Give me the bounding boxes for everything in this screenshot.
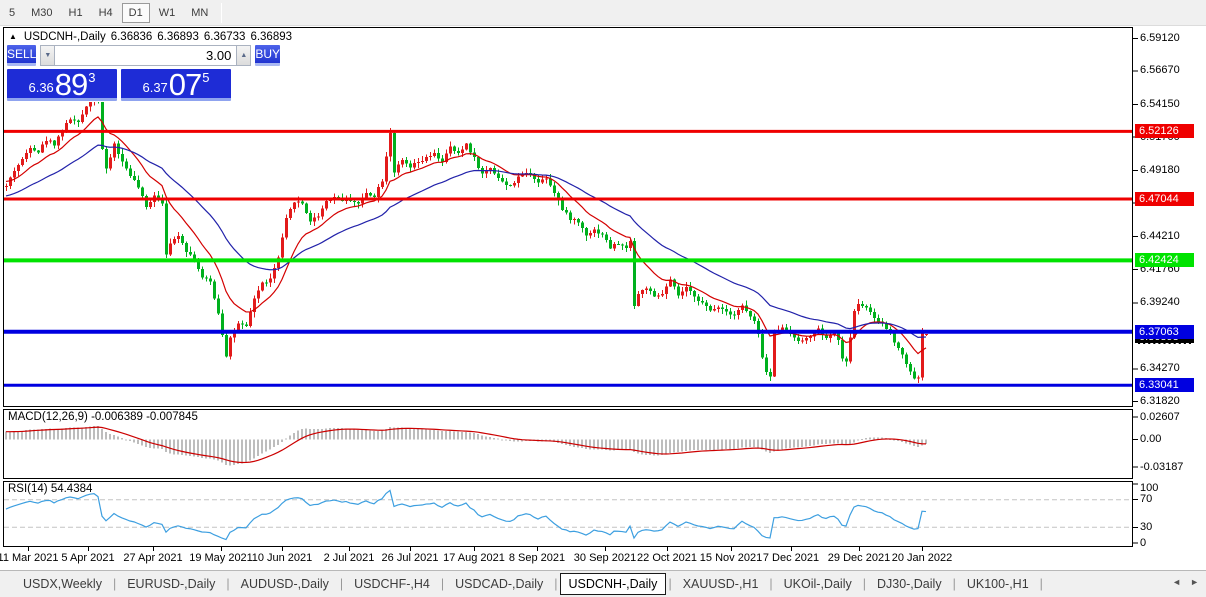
tab-separator: | — [339, 577, 344, 591]
tab-ukoil-daily[interactable]: UKOil-,Daily — [775, 574, 861, 594]
tab-separator: | — [112, 577, 117, 591]
price-tick-6.44210: 6.44210 — [1140, 230, 1180, 243]
price-tick-6.31820: 6.31820 — [1140, 394, 1180, 407]
macd-label: MACD(12,26,9) -0.006389 -0.007845 — [8, 411, 198, 423]
date-tick-2-jul-2021: 2 Jul 2021 — [323, 552, 375, 564]
pane-borders — [3, 27, 1138, 551]
sell-price-box[interactable]: 6.36 89 3 — [7, 69, 117, 101]
main-pane — [4, 93, 1132, 387]
tab-separator: | — [769, 577, 773, 591]
sell-price-prefix: 6.36 — [28, 80, 54, 95]
tab-separator: | — [952, 577, 956, 591]
price-level-label-6.52126: 6.52126 — [1135, 124, 1194, 139]
tab-separator: | — [554, 577, 558, 591]
buy-price-prefix: 6.37 — [142, 80, 168, 95]
date-tick-29-dec-2021: 29 Dec 2021 — [827, 552, 891, 564]
volume-input[interactable] — [55, 45, 237, 66]
tab-separator: | — [668, 577, 672, 591]
chart-tab-bar: USDX,Weekly | EURUSD-,Daily | AUDUSD-,Daily |… — [0, 570, 1206, 597]
tab-eurusd-daily[interactable]: EURUSD-,Daily — [118, 574, 224, 594]
tab-uk100-h1[interactable]: UK100-,H1 — [958, 574, 1038, 594]
date-tick-26-jul-2021: 26 Jul 2021 — [381, 552, 439, 564]
volume-dropdown-icon[interactable]: ▼ — [40, 45, 56, 66]
price-tick-6.39240: 6.39240 — [1140, 296, 1180, 309]
tab-usdcad-daily[interactable]: USDCAD-,Daily — [446, 574, 552, 594]
mt4-window: 5 M30 H1 H4 D1 W1 MN ▲ USDCNH-,Daily 6.36836 6.36… — [0, 0, 1206, 597]
date-tick-30-sep-2021: 30 Sep 2021 — [573, 552, 637, 564]
price-tick-6.59120: 6.59120 — [1140, 31, 1180, 44]
ohlc-close: 6.36893 — [250, 31, 293, 43]
volume-increase-icon[interactable]: ▲ — [236, 45, 252, 66]
rsi-tick-0: 0 — [1140, 537, 1147, 549]
ohlc-high: 6.36893 — [157, 31, 199, 43]
chart-title: ▲ USDCNH-,Daily 6.36836 6.36893 6.36733 6.368… — [9, 31, 292, 43]
macd-tick--0.03187: -0.03187 — [1140, 460, 1184, 473]
buy-price-sup: 5 — [202, 70, 210, 85]
date-tick-22-oct-2021: 22 Oct 2021 — [637, 552, 697, 564]
tab-separator: | — [1039, 577, 1043, 591]
rsi-tick-70: 70 — [1140, 493, 1153, 506]
sell-button[interactable]: SELL — [7, 45, 37, 66]
sell-price-sup: 3 — [88, 70, 96, 85]
tab-audusd-daily[interactable]: AUDUSD-,Daily — [232, 574, 338, 594]
date-tick-15-nov-2021: 15 Nov 2021 — [699, 552, 763, 564]
macd-tick-0.00: 0.00 — [1140, 433, 1162, 445]
one-click-trading-panel: SELL ▼ ▲ BUY 6.36893 6.37075 — [6, 44, 281, 102]
date-tick-10-jun-2021: 10 Jun 2021 — [251, 552, 313, 564]
price-level-label-6.47044: 6.47044 — [1135, 192, 1194, 206]
tab-usdx-weekly[interactable]: USDX,Weekly — [14, 574, 111, 594]
date-tick-19-may-2021: 19 May 2021 — [189, 552, 253, 564]
tab-dj30-daily[interactable]: DJ30-,Daily — [868, 574, 951, 594]
ohlc-low: 6.36733 — [203, 31, 246, 43]
rsi-pane — [4, 489, 1132, 541]
tab-usdcnh-daily[interactable]: USDCNH-,Daily — [559, 573, 667, 595]
price-level-label-6.37063: 6.37063 — [1135, 324, 1194, 339]
tab-separator: | — [440, 577, 445, 591]
price-level-label-6.42424: 6.42424 — [1135, 253, 1194, 268]
tab-scroll-left-icon[interactable]: ◄ — [1172, 577, 1181, 587]
price-tick-6.49180: 6.49180 — [1140, 164, 1180, 177]
buy-button[interactable]: BUY — [255, 45, 281, 66]
ohlc-open: 6.36836 — [110, 31, 153, 43]
price-tick-6.34270: 6.34270 — [1140, 362, 1180, 375]
rsi-tick-30: 30 — [1140, 520, 1153, 533]
tab-scroll-arrows: ◄ ► — [1163, 577, 1199, 587]
price-tick-6.54150: 6.54150 — [1140, 98, 1180, 110]
buy-price-big: 07 — [168, 67, 202, 102]
tab-separator: | — [862, 577, 866, 591]
tab-xauusd-h1[interactable]: XAUUSD-,H1 — [674, 574, 768, 594]
date-tick-11-mar-2021: 11 Mar 2021 — [0, 552, 59, 564]
tab-scroll-right-icon[interactable]: ► — [1190, 577, 1199, 587]
chart-symbol: USDCNH-,Daily — [23, 31, 106, 43]
price-tick-6.56670: 6.56670 — [1140, 64, 1180, 77]
rsi-label: RSI(14) 54.4384 — [8, 483, 93, 495]
date-tick-17-aug-2021: 17 Aug 2021 — [443, 552, 505, 564]
sell-price-big: 89 — [54, 67, 88, 102]
date-tick-5-apr-2021: 5 Apr 2021 — [61, 552, 115, 564]
macd-tick-0.02607: 0.02607 — [1140, 410, 1180, 423]
tab-separator: | — [226, 577, 230, 591]
price-level-label-6.33041: 6.33041 — [1135, 378, 1194, 393]
date-tick-20-jan-2022: 20 Jan 2022 — [891, 552, 953, 564]
panel-collapse-icon[interactable]: ▲ — [9, 32, 17, 41]
date-tick-8-sep-2021: 8 Sep 2021 — [508, 552, 566, 564]
date-tick-7-dec-2021: 7 Dec 2021 — [762, 552, 820, 564]
date-tick-27-apr-2021: 27 Apr 2021 — [123, 552, 183, 564]
macd-pane — [5, 426, 927, 466]
buy-price-box[interactable]: 6.37 07 5 — [121, 69, 231, 101]
volume-spinner: ▼ ▲ — [40, 45, 252, 66]
tab-usdchf-h4[interactable]: USDCHF-,H4 — [345, 574, 439, 594]
